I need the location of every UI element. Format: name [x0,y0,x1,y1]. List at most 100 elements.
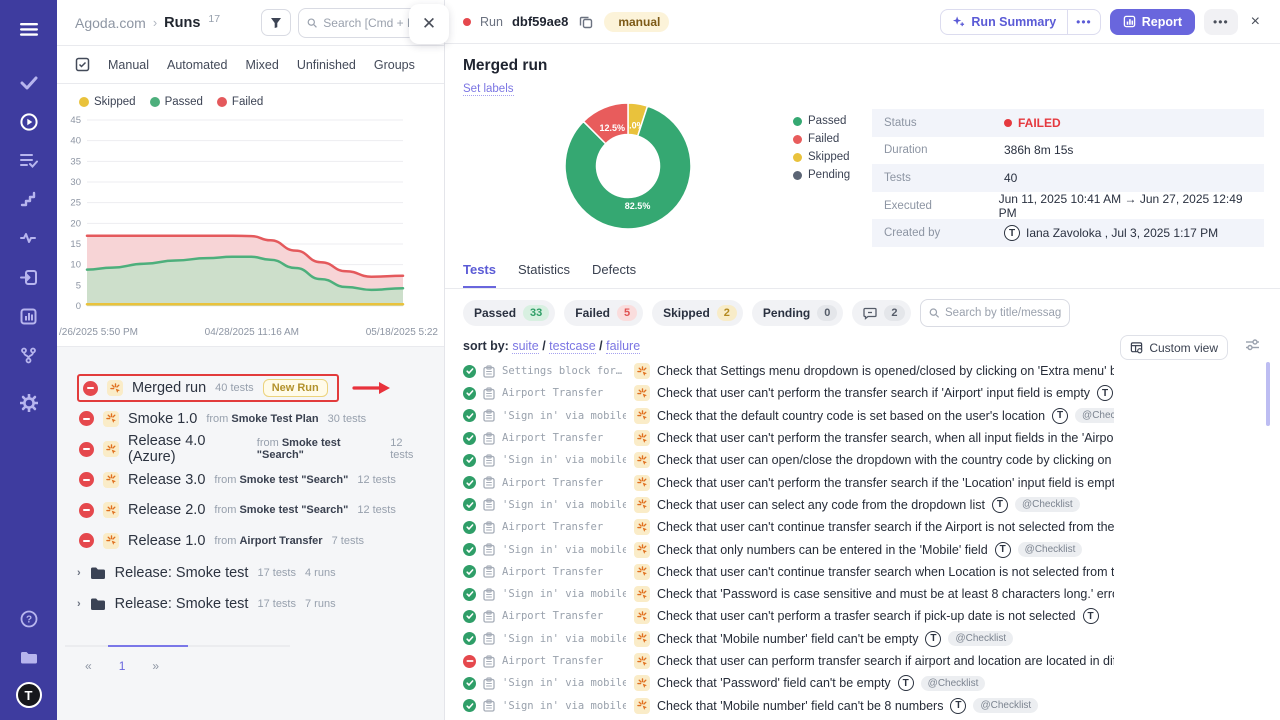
legend-label: Passed [808,115,846,127]
test-row[interactable]: 'Sign in' via mobileCheck that 'Password… [445,583,1280,605]
run-list-item[interactable]: Smoke 1.0from Smoke Test Plan30 tests [77,404,434,435]
failed-status-icon [79,472,94,487]
manual-icon [107,380,123,396]
filter-chip-skipped[interactable]: Skipped 2 [652,300,743,326]
sort-link-suite[interactable]: suite [512,339,538,354]
pagination-next[interactable]: » [152,659,159,673]
run-list-item[interactable]: Release 1.0from Airport Transfer7 tests [77,526,434,557]
run-item-content: Release 2.0from Smoke test "Search"12 te… [77,500,404,520]
run-list-item[interactable]: Release 4.0 (Azure)from Smoke test "Sear… [77,434,434,465]
test-suite-name: 'Sign in' via mobile [502,499,626,511]
scrollbar[interactable] [1266,362,1270,426]
sidebar-requirements-icon[interactable] [14,263,44,293]
sidebar-test-plans-icon[interactable] [14,146,44,176]
run-name: Release 1.0 [128,533,205,549]
filter-chip-comments[interactable]: 2 [852,300,910,326]
runs-tab-groups[interactable]: Groups [374,58,415,72]
testcase-icon [483,565,495,578]
run-folder-item[interactable]: ›Release: Smoke test17 tests7 runs [77,588,434,619]
run-summary-button[interactable]: Run Summary [941,10,1067,34]
run-more-button[interactable]: ••• [1204,9,1238,35]
sidebar-projects-icon[interactable] [14,643,44,673]
runs-tab-manual[interactable]: Manual [108,58,149,72]
test-row[interactable]: Airport TransferCheck that user can't pe… [445,382,1280,404]
sidebar-shared-steps-icon[interactable] [14,185,44,215]
tab-statistics[interactable]: Statistics [518,262,570,288]
svg-text:0: 0 [76,301,81,312]
drawer-close-button[interactable]: ✕ [409,4,449,44]
runs-tab-mixed[interactable]: Mixed [245,58,278,72]
sidebar-menu-icon[interactable] [14,14,44,44]
passed-status-icon [463,699,476,712]
sidebar-tests-icon[interactable] [14,68,44,98]
chip-count: 2 [717,305,737,321]
manual-icon [634,430,650,446]
manual-icon [634,519,650,535]
info-value: Jun 11, 2025 10:41 AM → Jun 27, 2025 12:… [999,192,1252,220]
sidebar-user-avatar[interactable]: T [16,682,42,708]
filter-chip-pending[interactable]: Pending0 [752,300,843,326]
sidebar-help-icon[interactable]: ? [14,604,44,634]
tab-defects[interactable]: Defects [592,262,636,288]
copy-run-id-button[interactable] [577,13,595,31]
svg-text:40: 40 [70,136,81,147]
tests-search[interactable] [920,299,1070,327]
test-row[interactable]: Airport TransferCheck that user can't co… [445,516,1280,538]
test-title: Check that user can't continue transfer … [657,565,1114,579]
test-row[interactable]: Settings block for…Check that Settings m… [445,360,1280,382]
tests-toolbar: sort by: suite / testcase / failure Cust… [445,329,1280,353]
test-suite-name: 'Sign in' via mobile [502,454,626,466]
set-labels-link[interactable]: Set labels [463,83,514,96]
test-row[interactable]: Airport TransferCheck that user can't pe… [445,605,1280,627]
sidebar-runs-icon[interactable] [14,107,44,137]
test-row[interactable]: 'Sign in' via mobileCheck that 'Password… [445,672,1280,694]
sidebar-integrations-icon[interactable] [14,341,44,371]
chip-label: Skipped [663,306,710,320]
report-button[interactable]: Report [1110,9,1195,35]
test-row[interactable]: 'Sign in' via mobileCheck that only numb… [445,538,1280,560]
sidebar-settings-icon[interactable] [14,388,44,418]
run-name: Release 3.0 [128,472,205,488]
sidebar-reports-icon[interactable] [14,302,44,332]
run-folder-item[interactable]: ›Release: Smoke test17 tests4 runs [77,557,434,588]
run-list-item[interactable]: Merged run40 testsNew Run [77,373,434,404]
custom-view-button[interactable]: Custom view [1120,335,1228,360]
panel-close-button[interactable]: × [1247,11,1264,33]
test-suite-name: 'Sign in' via mobile [502,633,626,645]
runs-tab-unfinished[interactable]: Unfinished [297,58,356,72]
sidebar-defects-icon[interactable] [14,224,44,254]
select-all-icon[interactable] [75,57,90,72]
pagination-prev[interactable]: « [85,659,92,673]
test-row[interactable]: 'Sign in' via mobileCheck that 'Mobile n… [445,628,1280,650]
test-row[interactable]: Airport TransferCheck that user can't co… [445,561,1280,583]
test-row[interactable]: 'Sign in' via mobileCheck that the defau… [445,405,1280,427]
run-source: from Smoke test "Search" [214,504,348,516]
run-summary-more-button[interactable]: ••• [1067,10,1100,34]
test-row[interactable]: 'Sign in' via mobileCheck that user can … [445,449,1280,471]
sort-link-testcase[interactable]: testcase [549,339,596,354]
test-row[interactable]: 'Sign in' via mobileCheck that user can … [445,494,1280,516]
view-settings-icon[interactable] [1245,338,1260,356]
runs-count: 17 [208,13,220,25]
tests-search-input[interactable] [945,307,1061,319]
runs-search-input[interactable] [323,16,421,30]
manual-icon [103,411,119,427]
test-row[interactable]: Airport TransferCheck that user can't pe… [445,427,1280,449]
runs-tab-automated[interactable]: Automated [167,58,227,72]
folder-runs-count: 4 runs [305,567,336,579]
runs-list: Merged run40 testsNew RunSmoke 1.0from S… [57,347,444,619]
test-row[interactable]: Airport TransferCheck that user can't pe… [445,471,1280,493]
run-list-item[interactable]: Release 3.0from Smoke test "Search"12 te… [77,465,434,496]
info-label: Tests [884,172,1004,184]
filter-chip-passed[interactable]: Passed33 [463,300,555,326]
run-list-item[interactable]: Release 2.0from Smoke test "Search"12 te… [77,495,434,526]
pagination-page-1[interactable]: 1 [119,659,126,673]
test-row[interactable]: 'Sign in' via mobileCheck that 'Mobile n… [445,694,1280,716]
sort-link-failure[interactable]: failure [606,339,640,354]
filter-chip-failed[interactable]: Failed5 [564,300,643,326]
tab-tests[interactable]: Tests [463,262,496,288]
test-row[interactable]: Airport TransferCheck that user can perf… [445,650,1280,672]
passed-status-icon [463,365,476,378]
breadcrumb-project[interactable]: Agoda.com [75,15,146,31]
filter-button[interactable] [261,9,291,36]
